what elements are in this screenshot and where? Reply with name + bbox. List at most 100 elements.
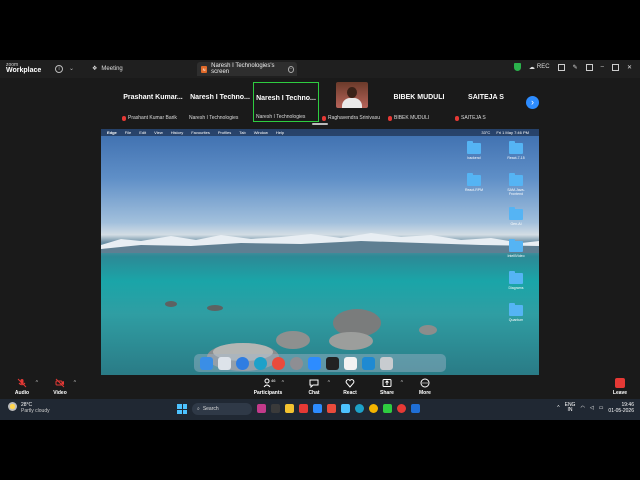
folder-label: SAM-Java-Frontend (507, 188, 525, 196)
desktop-folder[interactable]: Gen-AI (501, 207, 531, 226)
menu-temp: 33°C (481, 130, 491, 135)
participants-button[interactable]: 46 Participants ^ (248, 378, 288, 396)
trash-icon[interactable] (380, 356, 393, 370)
meeting-label: Meeting (101, 65, 123, 72)
volume-icon[interactable]: ◁ (590, 405, 594, 411)
participant-name: Naresh I Techno... (256, 95, 316, 102)
desktop-folder[interactable]: React-RPM (459, 173, 489, 192)
edge-icon[interactable] (254, 356, 267, 370)
chevron-up-icon[interactable]: ^ (74, 380, 76, 386)
desktop-folder[interactable]: React-7-15 (501, 141, 531, 160)
mic-muted-icon (122, 115, 126, 121)
participant-tile[interactable]: SAITEJA S SAITEJA S (453, 82, 519, 122)
chevron-up-icon[interactable]: ^ (401, 380, 403, 386)
windows-start-icon[interactable] (177, 404, 187, 414)
participant-label-text: Naresh I Technologies (256, 114, 306, 120)
rec-indicator[interactable]: ☁ REC (529, 64, 550, 71)
folder-icon (509, 207, 523, 220)
chrome-taskbar-icon[interactable] (369, 404, 378, 413)
minimize-icon[interactable]: – (601, 64, 604, 70)
notification-app-icon[interactable] (397, 404, 406, 413)
menu-item: History (170, 130, 184, 135)
view-icon[interactable] (557, 63, 565, 71)
menu-item: Favourites (191, 130, 210, 135)
participant-tile-active[interactable]: Naresh I Techno... Naresh I Technologies (253, 82, 319, 122)
audio-button[interactable]: Audio ^ (2, 378, 42, 396)
edge-taskbar-icon[interactable] (355, 404, 364, 413)
video-label: Video (53, 390, 67, 396)
terminal-icon[interactable] (326, 356, 339, 370)
meeting-menu[interactable]: ❖ Meeting (92, 65, 123, 73)
tab-shared-screen[interactable]: N Naresh I Technologies's screen − (197, 62, 297, 76)
battery-icon[interactable]: ▭ (599, 405, 604, 411)
folder-icon (509, 173, 523, 186)
taskbar-clock[interactable]: 19:46 01-05-2026 (608, 402, 634, 414)
info-icon[interactable]: i (55, 65, 63, 73)
favicon-icon: N (201, 65, 208, 73)
safari-icon[interactable] (236, 356, 249, 370)
audio-label: Audio (14, 390, 30, 396)
video-button[interactable]: Video ^ (40, 378, 80, 396)
zoom-window: zoom Workplace i ⌄ ❖ Meeting N Naresh I … (0, 60, 640, 420)
desktop-folder[interactable]: IntelliVideo (501, 239, 531, 258)
system-tray: ^ ENG IN ◠ ◁ ▭ 19:46 01-05-2026 (557, 402, 634, 414)
lang-bottom: IN (567, 407, 573, 413)
rec-label: REC (536, 64, 550, 70)
participant-label: Raghavendra Srinivasu (322, 115, 384, 121)
desktop-folder[interactable]: Quantum (501, 303, 531, 322)
chevron-down-icon[interactable]: ⌄ (69, 65, 74, 72)
strip-scrollbar[interactable] (312, 123, 328, 125)
settings-icon[interactable] (290, 356, 303, 370)
participant-tile[interactable]: BIBEK MUDULI BIBEK MUDULI (386, 82, 452, 122)
participant-label-text: BIBEK MUDULI (394, 115, 430, 121)
more-label: More (419, 390, 431, 396)
chevron-up-icon[interactable]: ^ (36, 380, 38, 386)
react-button[interactable]: React (330, 378, 370, 396)
wifi-icon[interactable]: ◠ (580, 405, 584, 411)
participant-label-text: SAITEJA S (461, 115, 486, 121)
chevron-up-icon[interactable]: ^ (282, 380, 284, 386)
file-explorer-icon[interactable] (285, 404, 294, 413)
weather-widget[interactable]: 28°C Partly cloudy (8, 402, 50, 414)
minus-icon[interactable]: − (287, 65, 294, 73)
vscode-icon[interactable] (362, 356, 375, 370)
desktop-folder[interactable]: backend (459, 141, 489, 160)
leave-button[interactable]: Leave (600, 378, 640, 396)
office-icon[interactable] (327, 404, 336, 413)
folder-label: Quantum (508, 318, 524, 322)
app-icon[interactable] (383, 404, 392, 413)
zoom-icon[interactable] (308, 356, 321, 370)
zoom-active-icon[interactable] (411, 404, 420, 413)
pen-icon[interactable]: ✎ (573, 64, 578, 71)
launchpad-icon[interactable] (218, 356, 231, 370)
taskbar-search[interactable]: ⌕ Search (192, 403, 252, 415)
shared-screen[interactable]: Edge File Edit View History Favourites P… (101, 129, 539, 375)
maximize-icon[interactable] (611, 63, 619, 71)
chevron-up-icon[interactable]: ^ (557, 405, 559, 411)
chrome-icon[interactable] (272, 356, 285, 370)
copilot-icon[interactable] (257, 404, 266, 413)
shield-icon[interactable] (513, 63, 521, 71)
participant-label-text: Naresh I Technologies (189, 115, 239, 121)
finder-icon[interactable] (200, 356, 213, 370)
desktop-folder[interactable]: Diagrams (501, 271, 531, 290)
spark-icon[interactable] (341, 404, 350, 413)
task-view-icon[interactable] (271, 404, 280, 413)
share-button[interactable]: Share ^ (367, 378, 407, 396)
next-page-button[interactable]: › (526, 96, 539, 109)
desktop-folder[interactable]: SAM-Java-Frontend (501, 173, 531, 196)
participant-tile[interactable]: Prashant Kumar... Prashant Kumar Barik (120, 82, 186, 122)
folder-label: Diagrams (508, 286, 524, 290)
more-button[interactable]: More (405, 378, 445, 396)
notes-icon[interactable] (344, 356, 357, 370)
chat-button[interactable]: Chat ^ (294, 378, 334, 396)
participant-tile-video[interactable]: Raghavendra Srinivasu (320, 82, 386, 122)
language-indicator[interactable]: ENG IN (565, 403, 576, 413)
weather-desc: Partly cloudy (21, 408, 50, 414)
zoom-app-icon[interactable] (313, 404, 322, 413)
close-icon[interactable]: ✕ (627, 64, 632, 71)
youtube-icon[interactable] (299, 404, 308, 413)
layout-icon[interactable] (585, 63, 593, 71)
participant-tile[interactable]: Naresh I Techno... Naresh I Technologies (187, 82, 253, 122)
menu-app-name: Edge (107, 130, 117, 135)
